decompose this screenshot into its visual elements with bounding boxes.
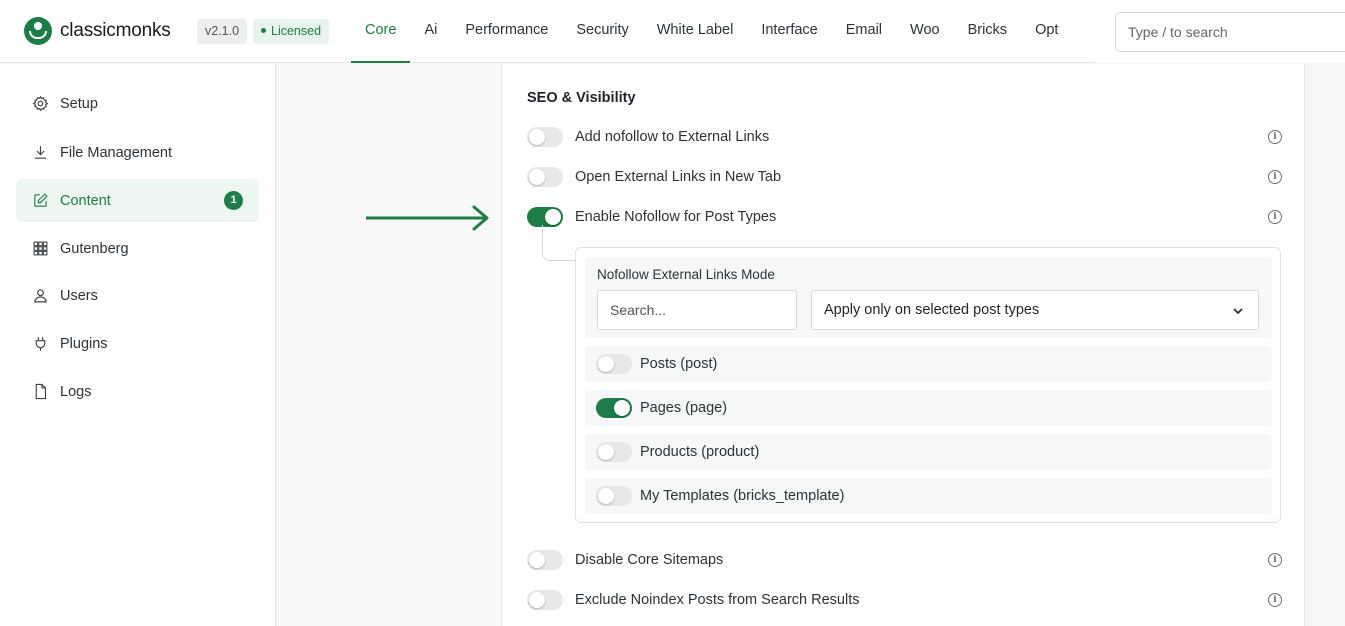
post-type-row: Pages (page) — [585, 390, 1272, 426]
tab-core[interactable]: Core — [351, 0, 411, 63]
user-icon — [31, 287, 49, 305]
section-title: SEO & Visibility — [527, 90, 636, 106]
setting-label: Disable Core Sitemaps — [575, 552, 724, 568]
setting-row: Exclude Noindex Posts from Search Result… — [527, 589, 1282, 611]
post-type-search-input[interactable]: Search... — [597, 290, 797, 330]
tab-ai[interactable]: Ai — [410, 0, 451, 63]
toggle-exclude-noindex[interactable] — [527, 590, 563, 610]
toggle-add-nofollow[interactable] — [527, 127, 563, 147]
search-area: Type / to search — [1095, 0, 1345, 63]
sidebar-item-logs[interactable]: Logs — [16, 370, 259, 413]
toggle-open-new-tab[interactable] — [527, 167, 563, 187]
sidebar-item-gutenberg[interactable]: Gutenberg — [16, 227, 259, 270]
license-badge: Licensed — [253, 19, 330, 44]
brand-name: classicmonks — [60, 20, 171, 41]
setting-label: Enable Nofollow for Post Types — [575, 209, 777, 225]
version-badge: v2.1.0 — [197, 19, 248, 44]
tab-bricks[interactable]: Bricks — [954, 0, 1021, 63]
setting-row: Add nofollow to External Links i — [527, 126, 1282, 148]
setting-label: Add nofollow to External Links — [575, 129, 770, 145]
post-type-label: My Templates (bricks_template) — [640, 488, 845, 504]
edit-icon — [31, 192, 49, 210]
tab-white-label[interactable]: White Label — [643, 0, 748, 63]
info-icon[interactable]: i — [1268, 553, 1282, 567]
top-bar: classicmonks v2.1.0 Licensed Core Ai Per… — [0, 0, 1345, 63]
sidebar-item-label: Plugins — [60, 335, 108, 352]
toggle-post-type-post[interactable] — [596, 354, 632, 374]
logo[interactable]: classicmonks — [24, 17, 171, 45]
setting-label: Exclude Noindex Posts from Search Result… — [575, 592, 860, 608]
tab-email[interactable]: Email — [832, 0, 896, 63]
count-badge: 1 — [224, 191, 243, 210]
main-nav: Core Ai Performance Security White Label… — [351, 0, 1095, 63]
mode-select[interactable]: Apply only on selected post types — [811, 290, 1259, 330]
tab-performance[interactable]: Performance — [451, 0, 562, 63]
settings-panel: SEO & Visibility Add nofollow to Externa… — [501, 64, 1305, 626]
sidebar-item-content[interactable]: Content 1 — [16, 179, 259, 222]
sidebar: Setup File Management Content 1 Gutenber… — [0, 64, 276, 626]
post-type-label: Posts (post) — [640, 356, 718, 372]
mode-title: Nofollow External Links Mode — [597, 267, 775, 282]
file-icon — [31, 383, 49, 401]
sidebar-item-users[interactable]: Users — [16, 274, 259, 317]
post-type-label: Pages (page) — [640, 400, 728, 416]
status-dot-icon — [261, 28, 266, 34]
post-type-row: Posts (post) — [585, 346, 1272, 382]
sidebar-item-label: Setup — [60, 95, 98, 112]
download-icon — [31, 144, 49, 162]
info-icon[interactable]: i — [1268, 130, 1282, 144]
tab-security[interactable]: Security — [562, 0, 642, 63]
tab-woo[interactable]: Woo — [896, 0, 954, 63]
setting-label: Open External Links in New Tab — [575, 169, 782, 185]
sidebar-item-label: File Management — [60, 144, 173, 161]
setting-row: Disable Core Sitemaps i — [527, 549, 1282, 571]
toggle-nofollow-post-types[interactable] — [527, 207, 563, 227]
sidebar-item-label: Gutenberg — [60, 240, 129, 257]
toggle-disable-sitemaps[interactable] — [527, 550, 563, 570]
tab-interface[interactable]: Interface — [747, 0, 831, 63]
sidebar-item-label: Logs — [60, 383, 92, 400]
sidebar-item-label: Content — [60, 192, 111, 209]
license-label: Licensed — [271, 24, 322, 38]
setting-row: Open External Links in New Tab i — [527, 166, 1282, 188]
info-icon[interactable]: i — [1268, 210, 1282, 224]
arrow-right-icon — [366, 205, 489, 231]
chevron-down-icon — [1233, 308, 1243, 315]
post-type-row: My Templates (bricks_template) — [585, 478, 1272, 514]
info-icon[interactable]: i — [1268, 170, 1282, 184]
info-icon[interactable]: i — [1268, 593, 1282, 607]
monk-logo-icon — [24, 17, 52, 45]
global-search-input[interactable]: Type / to search — [1115, 12, 1345, 52]
tree-connector — [542, 225, 576, 261]
grid-icon — [31, 240, 49, 258]
nofollow-options: Nofollow External Links Mode Search... A… — [575, 247, 1281, 523]
sidebar-item-label: Users — [60, 287, 98, 304]
mode-box: Nofollow External Links Mode Search... A… — [585, 257, 1272, 338]
toggle-post-type-product[interactable] — [596, 442, 632, 462]
sidebar-item-setup[interactable]: Setup — [16, 82, 259, 125]
toggle-post-type-template[interactable] — [596, 486, 632, 506]
mode-select-value: Apply only on selected post types — [824, 302, 1040, 318]
sidebar-item-file-management[interactable]: File Management — [16, 131, 259, 174]
setting-row: Enable Nofollow for Post Types i — [527, 206, 1282, 228]
plug-icon — [31, 335, 49, 353]
toggle-post-type-page[interactable] — [596, 398, 632, 418]
post-type-label: Products (product) — [640, 444, 760, 460]
gear-icon — [31, 95, 49, 113]
tab-opt[interactable]: Opt — [1021, 0, 1072, 63]
post-type-row: Products (product) — [585, 434, 1272, 470]
sidebar-item-plugins[interactable]: Plugins — [16, 322, 259, 365]
